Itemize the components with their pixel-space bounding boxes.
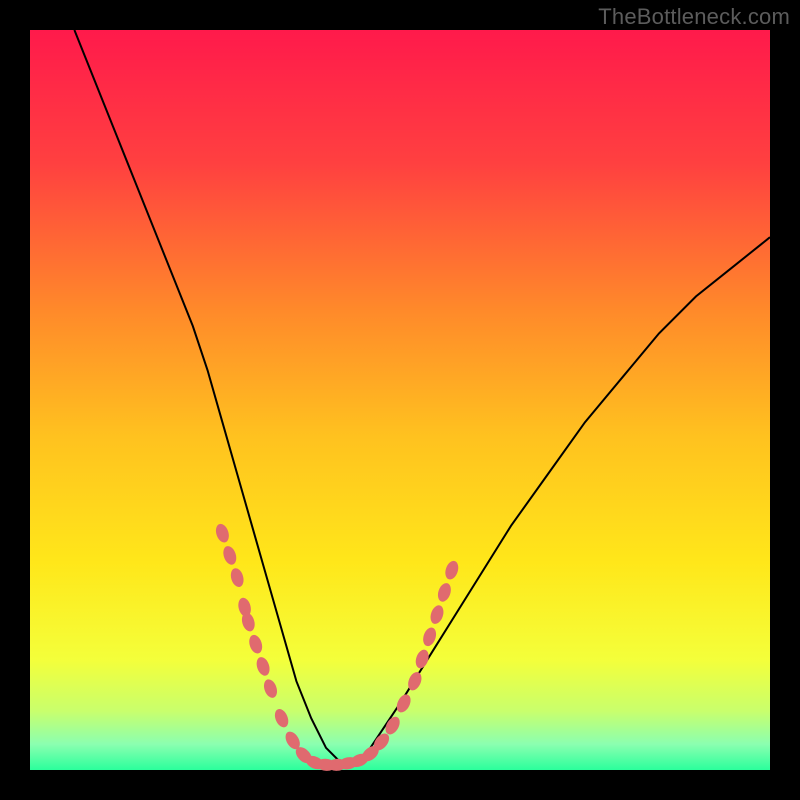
highlight-dot xyxy=(428,604,445,626)
curve-svg xyxy=(30,30,770,770)
highlight-dot xyxy=(214,522,231,544)
highlight-dot xyxy=(272,707,291,729)
highlight-dot xyxy=(262,678,280,700)
highlight-dot xyxy=(394,692,413,715)
highlight-dot xyxy=(443,559,460,581)
highlight-dot xyxy=(229,567,246,589)
chart-frame: TheBottleneck.com xyxy=(0,0,800,800)
highlight-dots-group xyxy=(214,522,461,772)
highlight-dot xyxy=(221,544,238,566)
highlight-dot xyxy=(436,581,453,603)
plot-area xyxy=(30,30,770,770)
watermark-text: TheBottleneck.com xyxy=(598,4,790,30)
highlight-dot xyxy=(247,633,264,655)
highlight-dot xyxy=(254,655,271,677)
highlight-dot xyxy=(413,648,430,670)
